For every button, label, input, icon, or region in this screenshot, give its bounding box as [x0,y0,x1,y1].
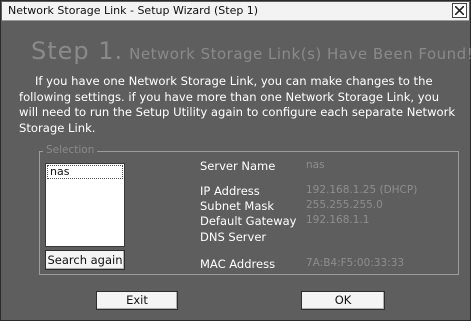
server-name-label: Server Name [200,159,276,173]
step-title: Step 1. [31,37,124,65]
default-gateway-value: 192.168.1.1 [306,214,370,226]
search-again-button[interactable]: Search again [45,250,125,270]
close-icon [455,6,464,15]
server-name-value: nas [306,159,325,171]
ip-address-value: 192.168.1.25 (DHCP) [306,184,418,196]
title-bar: Network Storage Link - Setup Wizard (Ste… [2,2,469,21]
ok-button[interactable]: OK [301,291,385,310]
step-subtitle: Network Storage Link(s) Have Been Found! [129,45,471,63]
list-item[interactable]: nas [47,165,123,179]
setup-wizard-window: Network Storage Link - Setup Wizard (Ste… [0,0,471,321]
intro-text: If you have one Network Storage Link, yo… [19,74,456,135]
mac-address-label: MAC Address [200,257,276,271]
ip-address-label: IP Address [200,184,260,198]
subnet-mask-label: Subnet Mask [200,199,275,213]
page-heading: Step 1. Network Storage Link(s) Have Been… [31,37,471,65]
close-button[interactable] [452,3,467,18]
exit-button[interactable]: Exit [96,291,178,310]
dns-server-label: DNS Server [200,230,267,244]
selection-legend: Selection [43,144,98,156]
window-title: Network Storage Link - Setup Wizard (Ste… [8,4,259,17]
storage-link-list[interactable]: nas [45,163,125,247]
subnet-mask-value: 255.255.255.0 [306,199,383,211]
default-gateway-label: Default Gateway [200,214,297,228]
mac-address-value: 7A:B4:F5:00:33:33 [306,257,405,269]
